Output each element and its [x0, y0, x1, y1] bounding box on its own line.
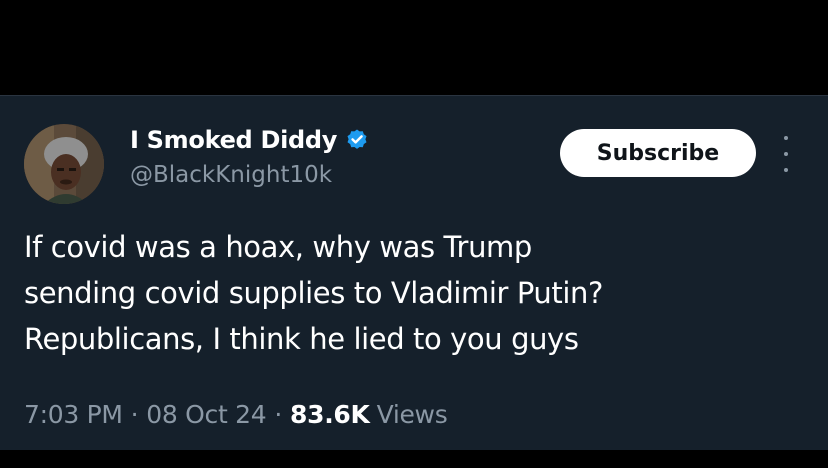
more-dot [784, 152, 788, 156]
tweet-time[interactable]: 7:03 PM [24, 400, 123, 429]
verified-badge-icon [345, 128, 369, 152]
avatar-image [24, 124, 104, 204]
avatar[interactable] [24, 124, 104, 204]
author-name-row: I Smoked Diddy [130, 122, 369, 158]
tweet-text: If covid was a hoax, why was Trump sendi… [24, 224, 814, 362]
tweet-text-line: Republicans, I think he lied to you guys [24, 322, 579, 356]
top-black-bar [0, 0, 828, 95]
tweet-text-line: sending covid supplies to Vladimir Putin… [24, 276, 603, 310]
views-count[interactable]: 83.6K [290, 400, 370, 429]
more-dot [784, 168, 788, 172]
views-label[interactable]: Views [377, 400, 448, 429]
meta-separator: · [274, 399, 282, 429]
bottom-black-bar [0, 450, 828, 468]
author-handle[interactable]: @BlackKnight10k [130, 162, 332, 188]
subscribe-button[interactable]: Subscribe [560, 129, 756, 177]
tweet-text-line: If covid was a hoax, why was Trump [24, 230, 532, 264]
author-display-name[interactable]: I Smoked Diddy [130, 126, 337, 154]
tweet-date[interactable]: 08 Oct 24 [146, 400, 266, 429]
meta-separator: · [130, 399, 139, 429]
tweet-meta: 7:03 PM · 08 Oct 24 · 83.6K Views [24, 394, 448, 434]
tweet-card: I Smoked Diddy @BlackKnight10k Subscribe… [0, 95, 828, 450]
more-vertical-icon[interactable] [776, 136, 796, 172]
more-dot [784, 136, 788, 140]
